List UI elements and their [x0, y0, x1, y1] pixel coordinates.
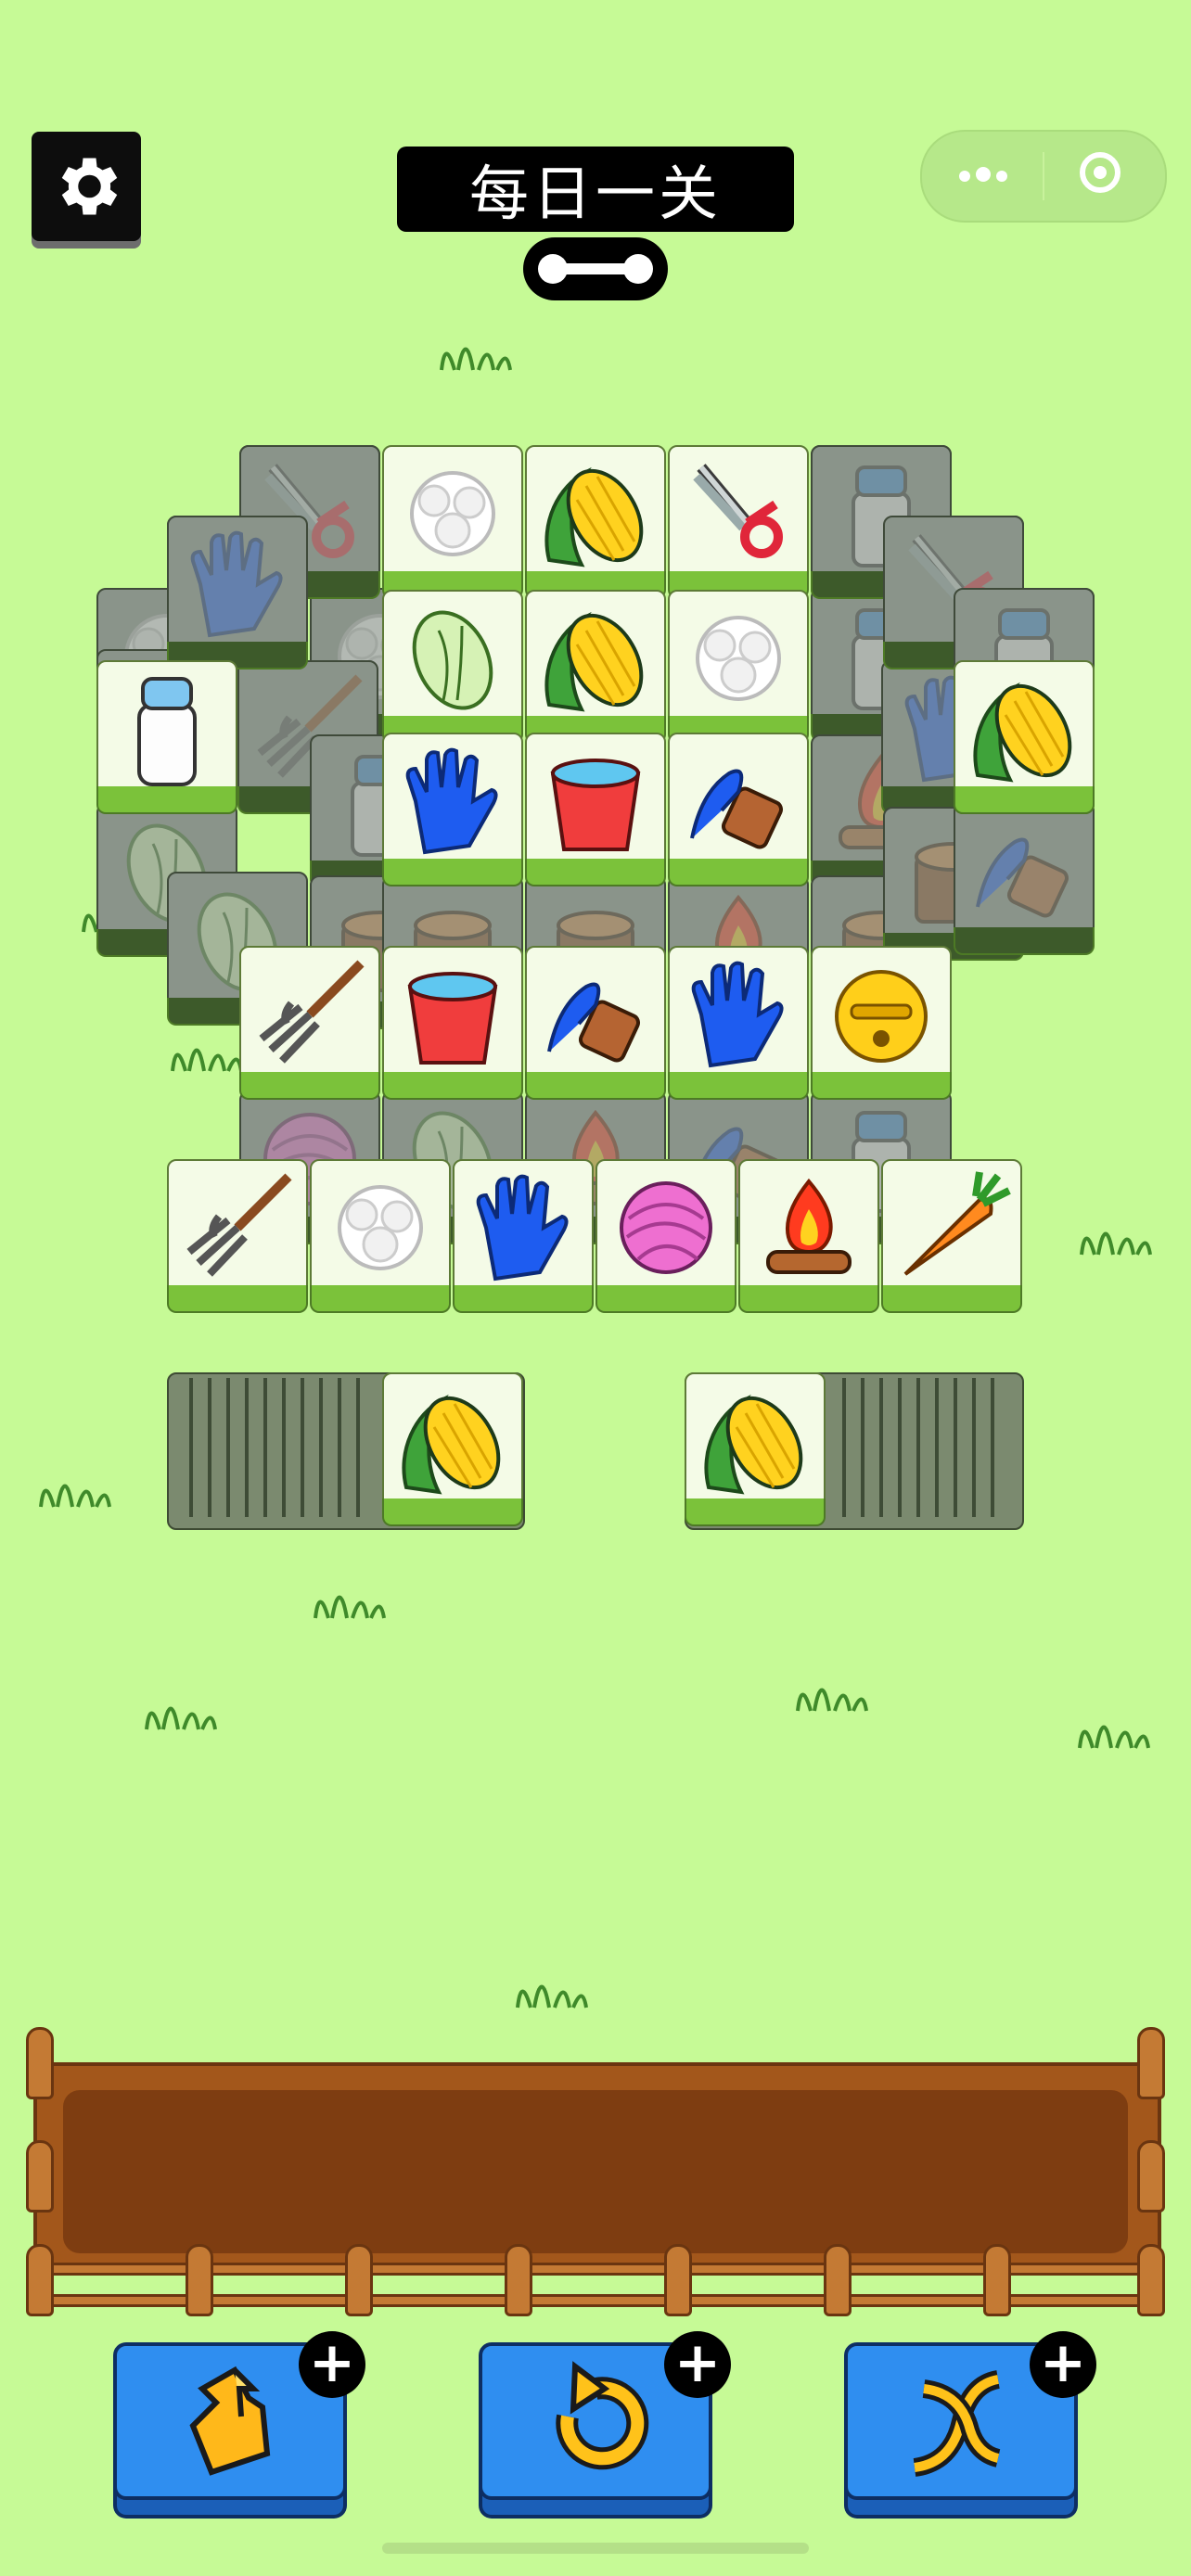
grass-decoration: [171, 1048, 243, 1072]
undo-arrow-icon: [556, 2361, 649, 2470]
brush-icon: [959, 805, 1089, 935]
fence-post: [345, 2244, 373, 2316]
fence-post: [824, 2244, 852, 2316]
campfire-icon: [744, 1163, 874, 1293]
corn-icon: [531, 593, 660, 723]
grass-decoration: [1078, 1725, 1150, 1749]
fence-post: [26, 2140, 54, 2213]
tile-fork[interactable]: [239, 946, 380, 1100]
right-pile-top-tile[interactable]: [685, 1372, 826, 1526]
hand-up-icon: [189, 2366, 271, 2476]
corn-icon: [959, 664, 1089, 794]
tile-cotton[interactable]: [382, 445, 523, 599]
shuffle-arrows-icon: [913, 2370, 1001, 2477]
carrot-icon: [887, 1163, 1017, 1293]
tile-glove[interactable]: [453, 1159, 594, 1313]
tile-carrot[interactable]: [881, 1159, 1022, 1313]
cabbage-icon: [388, 593, 518, 723]
tile-fork[interactable]: [167, 1159, 308, 1313]
tile-glove[interactable]: [668, 946, 809, 1100]
level-progress-indicator: [523, 237, 668, 300]
bucket-icon: [388, 950, 518, 1079]
tile-cabbage[interactable]: [382, 590, 523, 744]
scissors-icon: [673, 449, 803, 579]
tray-slot-area: [63, 2090, 1128, 2253]
corn-icon: [531, 449, 660, 579]
glove-icon: [173, 519, 302, 649]
page-title: 每日一关: [397, 147, 794, 232]
cotton-icon: [315, 1163, 445, 1293]
bell-icon: [816, 950, 946, 1079]
move-out-button[interactable]: +: [113, 2331, 365, 2519]
home-indicator: [382, 2543, 809, 2554]
tile-yarn[interactable]: [596, 1159, 736, 1313]
fence-post: [1137, 2027, 1165, 2099]
shuffle-button[interactable]: +: [844, 2331, 1096, 2519]
grass-decoration: [314, 1595, 386, 1619]
target-circle-icon[interactable]: [1080, 152, 1121, 193]
milk-icon: [102, 664, 232, 794]
plus-badge: +: [299, 2331, 365, 2398]
tile-corn[interactable]: [525, 590, 666, 744]
fence-post: [505, 2244, 532, 2316]
mini-program-capsule: [920, 130, 1167, 223]
tile-bucket[interactable]: [525, 733, 666, 886]
tile-milk[interactable]: [96, 660, 237, 814]
cotton-icon: [673, 593, 803, 723]
gear-icon: [61, 158, 118, 215]
fence-post: [26, 2244, 54, 2316]
tile-scissors[interactable]: [668, 445, 809, 599]
fork-icon: [245, 950, 375, 1079]
brush-icon: [531, 950, 660, 1079]
plus-badge: +: [664, 2331, 731, 2398]
tile-brush[interactable]: [525, 946, 666, 1100]
cotton-icon: [388, 449, 518, 579]
left-pile-top-tile[interactable]: [382, 1372, 523, 1526]
more-dots-icon[interactable]: [959, 167, 1007, 185]
fence-post: [983, 2244, 1011, 2316]
yarn-icon: [601, 1163, 731, 1293]
glove-icon: [388, 736, 518, 866]
fence-post: [1137, 2140, 1165, 2213]
tile-cotton[interactable]: [310, 1159, 451, 1313]
fork-icon: [173, 1163, 302, 1293]
tile-campfire[interactable]: [738, 1159, 879, 1313]
undo-button[interactable]: +: [479, 2331, 731, 2519]
fence-post: [664, 2244, 692, 2316]
corn-icon: [690, 1376, 820, 1506]
settings-button[interactable]: [32, 132, 141, 241]
brush-icon: [673, 736, 803, 866]
fence-post: [1137, 2244, 1165, 2316]
tile-bucket[interactable]: [382, 946, 523, 1100]
covered-tile-glove: [167, 516, 308, 670]
corn-icon: [388, 1376, 518, 1506]
grass-decoration: [1080, 1231, 1152, 1256]
bucket-icon: [531, 736, 660, 866]
tile-glove[interactable]: [382, 733, 523, 886]
fence-post: [186, 2244, 213, 2316]
tile-bell[interactable]: [811, 946, 952, 1100]
grass-decoration: [145, 1706, 217, 1730]
glove-icon: [673, 950, 803, 1079]
tile-corn[interactable]: [954, 660, 1095, 814]
glove-icon: [458, 1163, 588, 1293]
plus-badge: +: [1030, 2331, 1096, 2398]
fence-post: [26, 2027, 54, 2099]
grass-decoration: [796, 1688, 868, 1712]
tile-cotton[interactable]: [668, 590, 809, 744]
tile-corn[interactable]: [525, 445, 666, 599]
covered-tile-brush: [954, 801, 1095, 955]
grass-decoration: [516, 1984, 588, 2009]
grass-decoration: [440, 347, 512, 371]
tile-brush[interactable]: [668, 733, 809, 886]
grass-decoration: [39, 1484, 111, 1508]
